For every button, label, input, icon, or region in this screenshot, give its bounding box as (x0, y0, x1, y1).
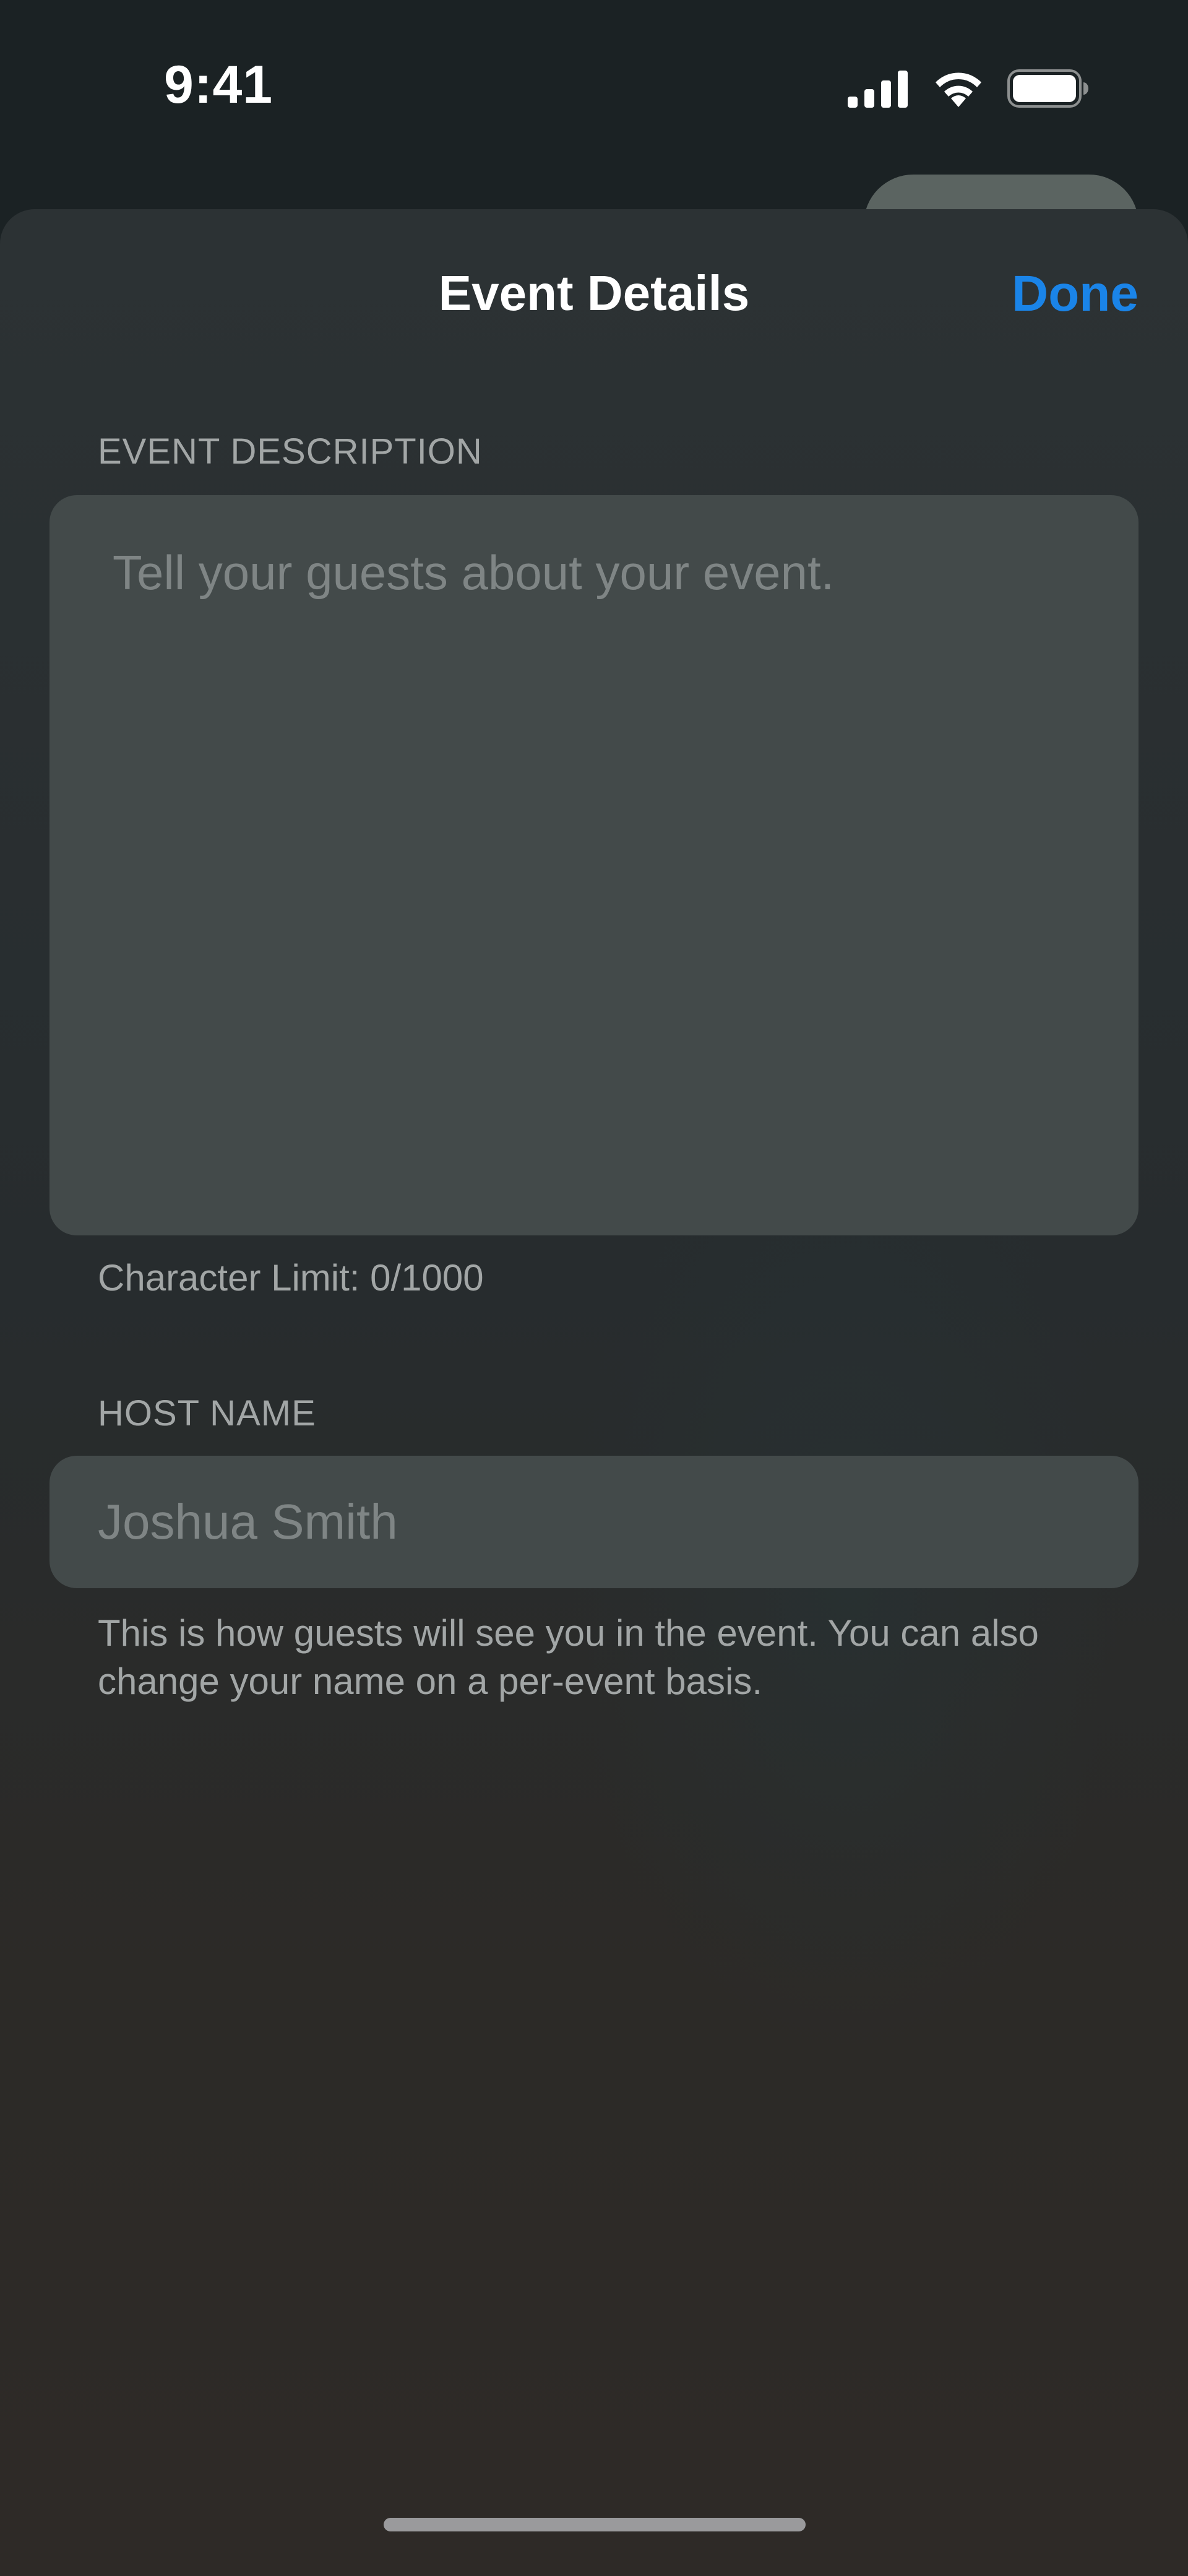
home-indicator (384, 2518, 806, 2531)
host-name-input[interactable] (50, 1456, 1138, 1588)
signal-icon (848, 71, 908, 108)
host-name-label: HOST NAME (98, 1393, 316, 1433)
sheet-title: Event Details (438, 266, 750, 321)
event-details-sheet: Event Details Done EVENT DESCRIPTION Cha… (0, 209, 1188, 2576)
done-button[interactable]: Done (1012, 265, 1138, 323)
wifi-icon (936, 72, 981, 107)
status-bar: 9:41 (0, 0, 1188, 204)
event-description-label: EVENT DESCRIPTION (98, 431, 483, 472)
character-limit-text: Character Limit: 0/1000 (98, 1257, 484, 1299)
event-description-input[interactable] (50, 495, 1138, 1235)
host-name-help-text: This is how guests will see you in the e… (98, 1612, 1039, 1702)
status-time: 9:41 (164, 55, 273, 115)
status-icons (848, 67, 1089, 110)
battery-icon (1007, 69, 1088, 108)
